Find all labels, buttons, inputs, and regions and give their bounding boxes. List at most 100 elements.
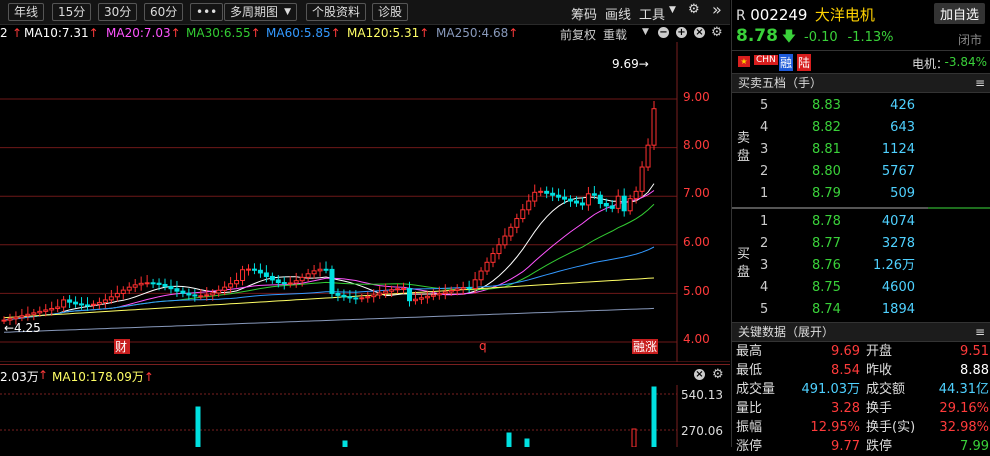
- stock-header: R 002249 大洋电机: [736, 4, 875, 25]
- key-data-header[interactable]: 关键数据（展开） ≡: [732, 322, 990, 342]
- add-watchlist-button[interactable]: 加自选: [934, 3, 986, 24]
- candle-body: [389, 289, 395, 292]
- buy-row[interactable]: 2 8.77 3278: [732, 233, 990, 255]
- candle-body: [508, 226, 514, 237]
- buy-row[interactable]: 1 8.78 4074: [732, 211, 990, 233]
- settings-gear-icon[interactable]: ⚙: [688, 2, 700, 17]
- volume-settings-gear-icon[interactable]: ⚙: [712, 367, 724, 382]
- sell-row[interactable]: 5 8.83 426: [732, 95, 990, 117]
- key-label: 振幅: [736, 420, 763, 435]
- tools-link[interactable]: 工具: [639, 4, 665, 23]
- candle-body: [329, 268, 335, 294]
- candle-body: [418, 297, 424, 300]
- candle-body: [49, 307, 55, 311]
- candle-body: [651, 108, 657, 146]
- draw-line-link[interactable]: 画线: [605, 4, 631, 23]
- candle-body: [591, 193, 597, 196]
- connect-tag: 陆: [797, 54, 812, 71]
- ma-settings-gear-icon[interactable]: ⚙: [711, 25, 723, 40]
- candle-body: [556, 194, 562, 198]
- candle-body: [150, 282, 156, 285]
- candle-body: [228, 283, 234, 288]
- sell-row[interactable]: 3 8.81 1124: [732, 139, 990, 161]
- key-value: 3.28: [831, 401, 860, 416]
- candle-body: [102, 299, 108, 303]
- tab-30min[interactable]: 30分: [98, 3, 138, 21]
- key-value: 44.31亿: [938, 382, 989, 397]
- candle-body: [204, 294, 210, 297]
- volume-tick-mid: 270.06: [681, 424, 723, 438]
- candle-body: [478, 270, 484, 281]
- candle-body: [186, 292, 192, 296]
- margin-marker: 融: [633, 340, 645, 354]
- candle-body: [67, 299, 73, 303]
- candle-body: [19, 315, 25, 318]
- candle-body: [156, 282, 162, 285]
- close-icon[interactable]: ×: [694, 27, 705, 38]
- overlay-button[interactable]: 重载: [603, 26, 627, 43]
- volume-bar: [631, 428, 637, 447]
- candle-body: [401, 288, 407, 291]
- candle-body: [96, 301, 102, 305]
- candle-body: [615, 195, 621, 209]
- candle-body: [73, 301, 79, 305]
- candle-body: [609, 205, 615, 209]
- key-label: 换手: [866, 401, 893, 416]
- tab-60min[interactable]: 60分: [144, 3, 184, 21]
- key-label: 最高: [736, 344, 763, 359]
- key-value: 8.54: [831, 363, 860, 378]
- volume-header: 2.03万 ↑ MA10:178.09万↑ × ⚙: [0, 364, 730, 385]
- margin-marker-suffix: 涨: [645, 339, 657, 354]
- multi-period-dropdown[interactable]: 多周期图 ▼: [224, 3, 298, 21]
- volume-bar: [506, 432, 512, 447]
- chips-link[interactable]: 筹码: [571, 4, 597, 23]
- buy-row[interactable]: 4 8.75 4600: [732, 277, 990, 299]
- candle-body: [562, 196, 568, 200]
- chn-tag: CHN: [754, 55, 778, 65]
- key-value: 9.69: [831, 344, 860, 359]
- buy-row[interactable]: 5 8.74 1894: [732, 299, 990, 321]
- collapse-panel-icon[interactable]: »: [712, 0, 722, 19]
- order-book-header[interactable]: 买卖五档（手） ≡: [732, 73, 990, 93]
- finance-marker: 财: [115, 340, 127, 354]
- candle-body: [311, 270, 317, 275]
- ma30-label: MA30:6.55↑: [186, 26, 261, 40]
- buy-row[interactable]: 3 8.76 1.26万: [732, 255, 990, 277]
- tags-row: ★ CHN 融 陆 电机： -3.84%: [732, 50, 990, 73]
- candle-body: [496, 244, 502, 255]
- moving-average-lines: [3, 183, 655, 333]
- sell-row[interactable]: 4 8.82 643: [732, 117, 990, 139]
- sector-change: -3.84%: [944, 55, 987, 69]
- candle-body: [371, 294, 377, 298]
- volume-chart[interactable]: 540.13 270.06: [0, 385, 730, 447]
- kline-chart[interactable]: 9.00 8.00 7.00 6.00 5.00 4.00 9.69→ ←4.2…: [0, 42, 730, 362]
- candle-body: [603, 202, 609, 207]
- minus-icon[interactable]: −: [658, 27, 669, 38]
- volume-bar: [195, 406, 201, 447]
- candle-body: [269, 275, 275, 281]
- candle-body: [293, 280, 299, 284]
- tab-15min[interactable]: 15分: [52, 3, 92, 21]
- sell-row[interactable]: 1 8.79 509: [732, 183, 990, 205]
- candle-body: [37, 310, 43, 314]
- volume-bar: [524, 438, 530, 447]
- diagnose-button[interactable]: 诊股: [372, 3, 409, 21]
- candle-body: [275, 279, 281, 284]
- event-markers: 财 q 融 涨: [114, 339, 658, 354]
- candle-body: [245, 268, 251, 271]
- adjust-mode-button[interactable]: 前复权: [560, 26, 596, 43]
- volume-close-icon[interactable]: ×: [694, 369, 705, 380]
- stock-info-button[interactable]: 个股资料: [306, 3, 367, 21]
- sell-row[interactable]: 2 8.80 5767: [732, 161, 990, 183]
- tab-year-line[interactable]: 年线: [8, 3, 45, 21]
- key-label: 成交额: [866, 382, 906, 397]
- ma-arrow: ↑: [12, 26, 23, 40]
- more-periods-button[interactable]: •••: [190, 3, 224, 21]
- candle-body: [466, 287, 472, 290]
- candle-body: [13, 316, 19, 320]
- key-data-menu-icon: ≡: [974, 325, 985, 339]
- tools-dropdown-icon[interactable]: ▼: [669, 5, 676, 15]
- candle-body: [484, 261, 490, 272]
- plus-icon[interactable]: +: [676, 27, 687, 38]
- overlay-dropdown-icon[interactable]: ▼: [642, 27, 649, 37]
